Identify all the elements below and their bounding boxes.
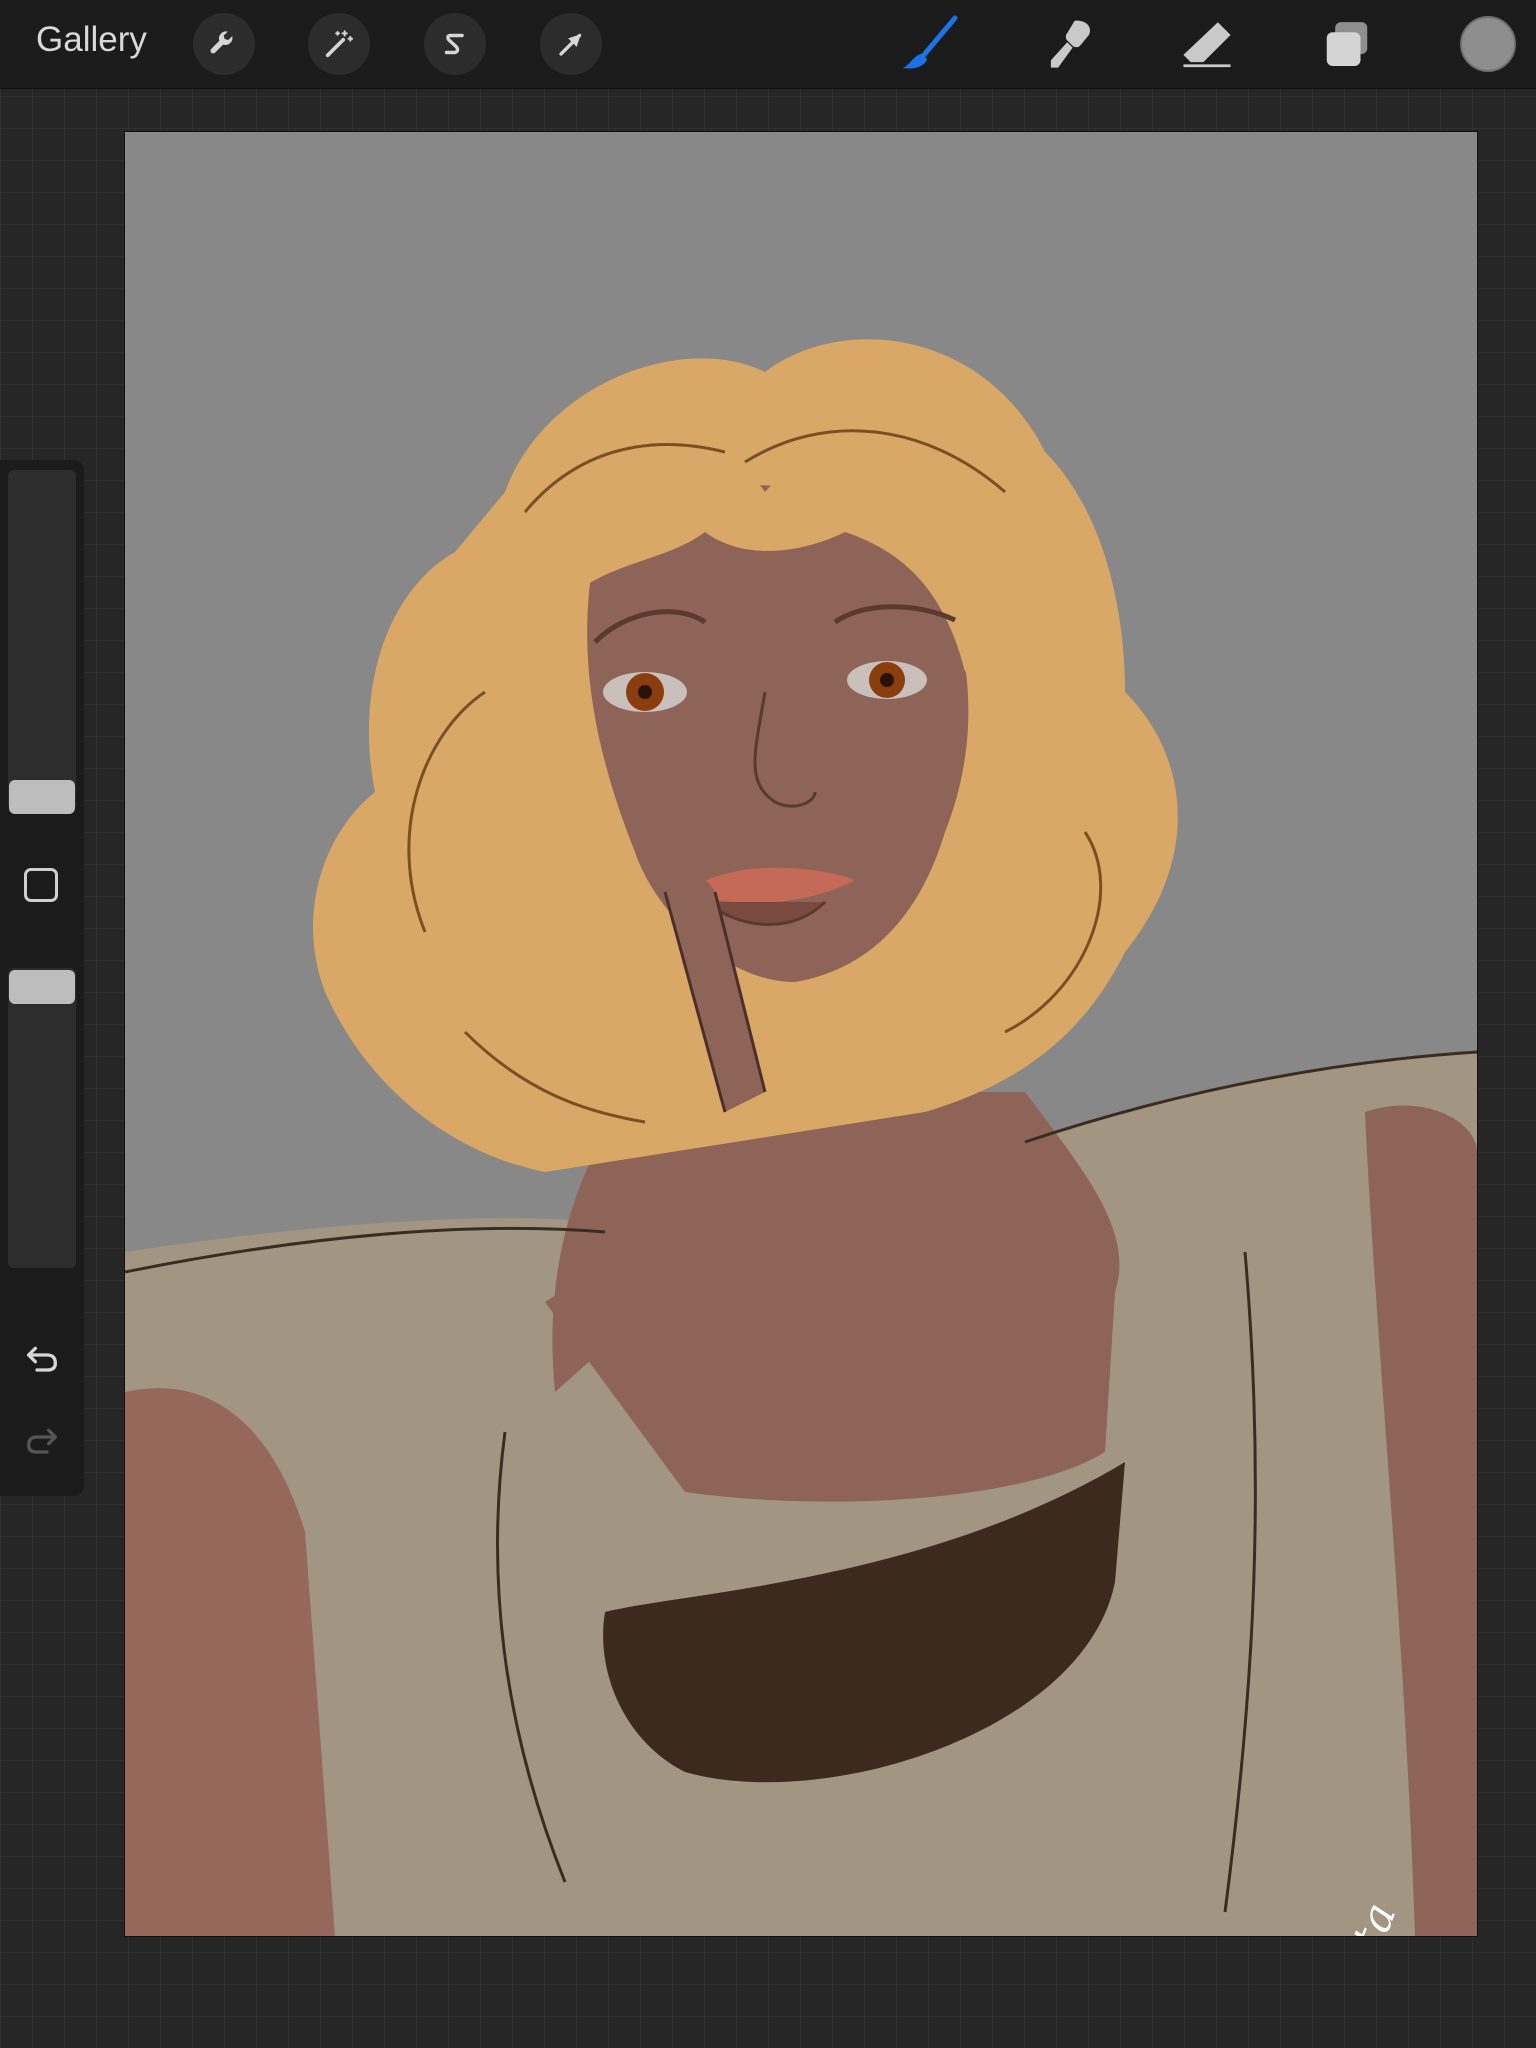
undo-button[interactable] <box>22 1340 62 1380</box>
gallery-button[interactable]: Gallery <box>36 20 147 60</box>
actions-button[interactable] <box>193 13 255 75</box>
redo-button[interactable] <box>22 1422 62 1462</box>
left-sidebar <box>0 460 84 1496</box>
color-picker-button[interactable] <box>1460 16 1516 72</box>
magic-wand-icon <box>322 27 356 61</box>
layers-button[interactable] <box>1313 10 1381 78</box>
modify-button[interactable] <box>24 868 58 902</box>
redo-icon <box>22 1428 62 1466</box>
top-toolbar: Gallery <box>0 0 1536 89</box>
artwork <box>125 132 1477 1936</box>
paint-tool-button[interactable] <box>895 10 963 78</box>
selection-button[interactable] <box>424 13 486 75</box>
opacity-slider[interactable] <box>8 968 76 1268</box>
brush-size-thumb[interactable] <box>9 780 75 814</box>
adjustments-button[interactable] <box>308 13 370 75</box>
eraser-icon <box>1178 15 1236 73</box>
layers-icon <box>1320 17 1374 71</box>
drawing-canvas[interactable]: Sinthwista <box>124 131 1478 1937</box>
arrow-cursor-icon <box>554 27 588 61</box>
wrench-icon <box>207 27 241 61</box>
transform-button[interactable] <box>540 13 602 75</box>
undo-icon <box>22 1346 62 1384</box>
erase-tool-button[interactable] <box>1173 10 1241 78</box>
smudge-tool-button[interactable] <box>1035 10 1103 78</box>
opacity-thumb[interactable] <box>9 970 75 1004</box>
brush-size-slider[interactable] <box>8 470 76 814</box>
smudge-icon <box>1040 15 1098 73</box>
selection-s-icon <box>438 27 472 61</box>
brush-icon <box>897 12 961 76</box>
